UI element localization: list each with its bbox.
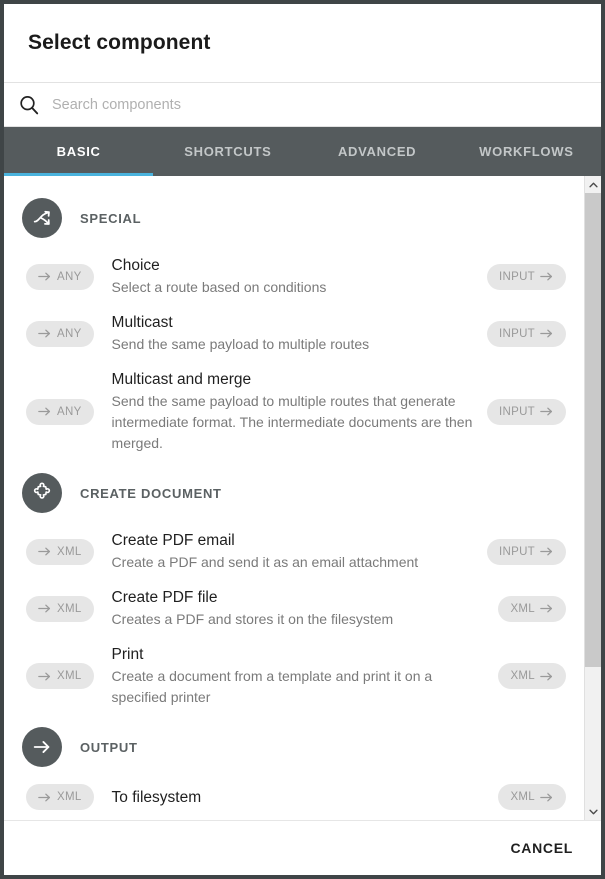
select-component-dialog: Select component BASIC SHORTCUTS ADVANCE… [4,4,601,875]
search-input[interactable] [52,96,587,113]
input-type-badge: XML [26,595,94,622]
screen: Select component BASIC SHORTCUTS ADVANCE… [0,0,605,879]
tab-bar: BASIC SHORTCUTS ADVANCED WORKFLOWS [4,127,601,176]
component-description: Send the same payload to multiple routes [111,336,370,352]
component-text: To filesystem [112,787,485,808]
tab-basic[interactable]: BASIC [4,127,154,176]
chevron-up-icon [588,182,598,187]
output-type-label: INPUT [499,405,535,418]
route-split-icon [22,198,62,238]
cancel-button[interactable]: CANCEL [504,832,579,864]
component-title: Print [111,646,144,663]
component-row-multicast[interactable]: ANY Multicast Send the same payload to m… [4,305,584,362]
component-text: Create PDF file Creates a PDF and stores… [112,587,485,630]
component-text: Multicast Send the same payload to multi… [112,312,473,355]
scrollbar-thumb[interactable] [585,193,601,667]
output-type-badge: INPUT [487,398,566,425]
input-type-badge: XML [26,784,94,810]
component-list: SPECIAL ANY Choice Select a route based … [4,176,584,820]
component-description: Creates a PDF and stores it on the files… [111,611,394,627]
component-title: To filesystem [111,788,202,806]
input-type-badge: ANY [26,263,94,290]
input-type-badge: XML [26,538,94,565]
input-type-label: XML [57,791,82,803]
dialog-header: Select component [4,4,601,82]
output-type-badge: XML [498,784,566,810]
component-title: Create PDF file [111,589,218,606]
component-title: Choice [111,257,160,274]
scrollbar-down-button[interactable] [585,803,601,820]
scrollbar-up-button[interactable] [585,176,601,193]
component-text: Multicast and merge Send the same payloa… [112,369,473,454]
output-type-label: INPUT [499,327,535,340]
component-text: Print Create a document from a template … [112,644,485,708]
output-type-label: INPUT [499,545,535,558]
input-type-label: XML [57,545,82,558]
input-type-badge: ANY [26,320,94,347]
output-type-badge: INPUT [487,538,566,565]
input-type-label: XML [57,602,82,615]
component-row-to-filesystem[interactable]: XML To filesystem XML [4,777,584,817]
search-bar[interactable] [4,82,601,127]
component-row-print[interactable]: XML Print Create a document from a templ… [4,637,584,715]
input-type-label: XML [57,670,82,682]
component-text: Create PDF email Create a PDF and send i… [112,530,473,573]
output-type-badge: INPUT [487,263,566,290]
chevron-down-icon [588,809,598,814]
input-type-label: ANY [57,405,82,418]
dialog-footer: CANCEL [4,821,601,875]
output-type-badge: XML [498,663,566,689]
component-title: Create PDF email [111,532,235,549]
component-description: Send the same payload to multiple routes… [111,393,473,451]
component-description: Create a document from a template and pr… [111,668,433,705]
list-scrollbar[interactable] [584,176,601,820]
component-title: Multicast [111,314,173,331]
search-icon [18,94,40,116]
component-row-multicast-and-merge[interactable]: ANY Multicast and merge Send the same pa… [4,362,584,461]
output-type-label: INPUT [499,270,535,283]
input-type-label: ANY [57,327,82,340]
output-type-badge: INPUT [487,320,566,347]
component-text: Choice Select a route based on condition… [112,255,473,298]
component-row-choice[interactable]: ANY Choice Select a route based on condi… [4,248,584,305]
component-list-area: SPECIAL ANY Choice Select a route based … [4,176,601,821]
component-row-create-pdf-file[interactable]: XML Create PDF file Creates a PDF and st… [4,580,584,637]
input-type-badge: XML [26,663,94,689]
input-type-label: ANY [57,270,82,283]
component-title: Multicast and merge [111,371,252,388]
tab-workflows[interactable]: WORKFLOWS [452,127,601,176]
arrow-right-icon [22,727,62,767]
section-title: SPECIAL [80,210,142,226]
component-row-create-pdf-email[interactable]: XML Create PDF email Create a PDF and se… [4,523,584,580]
component-description: Select a route based on conditions [111,279,327,295]
section-header-output: OUTPUT [4,715,584,777]
section-header-special: SPECIAL [4,186,584,248]
output-type-label: XML [510,670,535,682]
input-type-badge: ANY [26,398,94,425]
page-title: Select component [28,31,211,54]
section-title: CREATE DOCUMENT [80,485,222,501]
section-title: OUTPUT [80,739,138,755]
tab-shortcuts-label: SHORTCUTS [184,144,272,159]
tab-advanced[interactable]: ADVANCED [303,127,452,176]
puzzle-piece-icon [22,473,62,513]
tab-advanced-label: ADVANCED [337,144,417,159]
output-type-badge: XML [498,595,566,622]
output-type-label: XML [510,602,535,615]
tab-shortcuts[interactable]: SHORTCUTS [153,127,302,176]
component-description: Create a PDF and send it as an email att… [111,554,419,570]
tab-basic-label: BASIC [56,144,101,159]
section-header-create-document: CREATE DOCUMENT [4,461,584,523]
output-type-label: XML [510,791,535,803]
tab-workflows-label: WORKFLOWS [479,144,574,159]
